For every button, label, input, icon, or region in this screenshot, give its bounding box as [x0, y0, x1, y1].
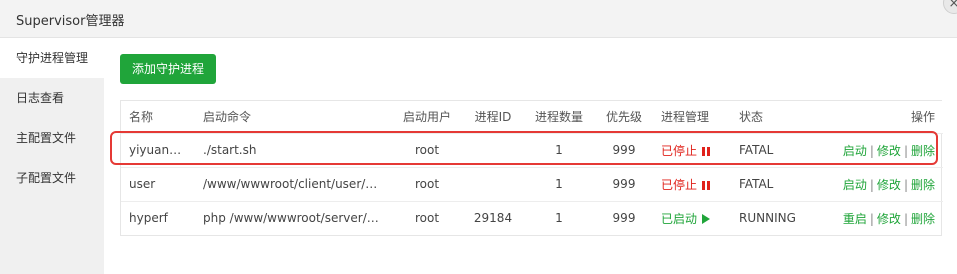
main-panel: 添加守护进程 名称 启动命令 启动用户 进程ID 进程数量 优先级 进程管理 状… — [104, 38, 957, 274]
cell-status: FATAL — [731, 166, 827, 201]
cell-status: FATAL — [731, 132, 827, 167]
cell-command: ./start.sh — [195, 132, 391, 167]
delete-link[interactable]: 删除 — [911, 212, 935, 226]
cell-status: RUNNING — [731, 200, 827, 235]
cell-command: /www/wwwroot/client/user/start.… — [195, 166, 391, 201]
edit-link[interactable]: 修改 — [877, 144, 901, 158]
cell-count: 1 — [523, 132, 595, 167]
cell-user: root — [391, 166, 463, 201]
op-separator: | — [903, 143, 908, 158]
header-status: 状态 — [731, 101, 827, 133]
op-separator: | — [869, 143, 874, 158]
header-command: 启动命令 — [195, 101, 391, 133]
table-row: hyperf php /www/wwwroot/server/yiyu… roo… — [121, 200, 943, 235]
table-row: user /www/wwwroot/client/user/start.… ro… — [121, 166, 943, 201]
cell-ops: 重启 | 修改 | 删除 — [827, 200, 943, 235]
cell-priority: 999 — [595, 200, 653, 235]
header-priority: 优先级 — [595, 101, 653, 133]
start-link[interactable]: 启动 — [843, 178, 867, 192]
op-separator: | — [903, 177, 908, 192]
manage-status-text: 已启动 — [661, 211, 698, 226]
pause-icon[interactable] — [702, 145, 711, 156]
header-user: 启动用户 — [391, 101, 463, 133]
sidebar: 守护进程管理 日志查看 主配置文件 子配置文件 — [0, 38, 104, 274]
sidebar-item-log-view[interactable]: 日志查看 — [0, 78, 104, 118]
cell-manage[interactable]: 已启动 — [653, 200, 731, 235]
cell-ops: 启动 | 修改 | 删除 — [827, 166, 943, 201]
cell-manage[interactable]: 已停止 — [653, 166, 731, 201]
cell-user: root — [391, 200, 463, 235]
delete-link[interactable]: 删除 — [911, 178, 935, 192]
cell-pid — [463, 132, 523, 167]
cell-count: 1 — [523, 166, 595, 201]
cell-priority: 999 — [595, 166, 653, 201]
op-separator: | — [869, 211, 874, 226]
manage-status-text: 已停止 — [661, 143, 698, 158]
supervisor-window: Supervisor管理器 × 守护进程管理 日志查看 主配置文件 子配置文件 … — [0, 0, 957, 274]
delete-link[interactable]: 删除 — [911, 144, 935, 158]
header-count: 进程数量 — [523, 101, 595, 133]
window-title: Supervisor管理器 — [16, 14, 125, 29]
restart-link[interactable]: 重启 — [843, 212, 867, 226]
add-daemon-button[interactable]: 添加守护进程 — [120, 54, 217, 84]
play-icon[interactable] — [702, 213, 711, 224]
cell-name: user — [121, 166, 195, 201]
cell-ops: 启动 | 修改 | 删除 — [827, 132, 943, 167]
process-table: 名称 启动命令 启动用户 进程ID 进程数量 优先级 进程管理 状态 操作 yi… — [120, 100, 943, 236]
edit-link[interactable]: 修改 — [877, 178, 901, 192]
header-ops: 操作 — [827, 101, 943, 133]
cell-manage[interactable]: 已停止 — [653, 132, 731, 167]
cell-name: yiyuan… — [121, 132, 195, 167]
cell-pid — [463, 166, 523, 201]
manage-status-text: 已停止 — [661, 177, 698, 192]
cell-command: php /www/wwwroot/server/yiyu… — [195, 200, 391, 235]
start-link[interactable]: 启动 — [843, 144, 867, 158]
pause-icon[interactable] — [702, 179, 711, 190]
table-header-row: 名称 启动命令 启动用户 进程ID 进程数量 优先级 进程管理 状态 操作 — [121, 101, 943, 133]
header-manage: 进程管理 — [653, 101, 731, 133]
sidebar-item-main-config[interactable]: 主配置文件 — [0, 118, 104, 158]
cell-user: root — [391, 132, 463, 167]
cell-name: hyperf — [121, 200, 195, 235]
edit-link[interactable]: 修改 — [877, 212, 901, 226]
header-name: 名称 — [121, 101, 195, 133]
title-bar: Supervisor管理器 × — [0, 0, 957, 38]
cell-pid: 29184 — [463, 200, 523, 235]
cell-count: 1 — [523, 200, 595, 235]
op-separator: | — [903, 211, 908, 226]
op-separator: | — [869, 177, 874, 192]
sidebar-item-daemon-management[interactable]: 守护进程管理 — [0, 38, 104, 78]
cell-priority: 999 — [595, 132, 653, 167]
table-row: yiyuan… ./start.sh root 1 999 已停止 FATAL … — [121, 132, 943, 167]
close-icon[interactable]: × — [943, 0, 957, 14]
sidebar-item-sub-config[interactable]: 子配置文件 — [0, 158, 104, 198]
header-pid: 进程ID — [463, 101, 523, 133]
